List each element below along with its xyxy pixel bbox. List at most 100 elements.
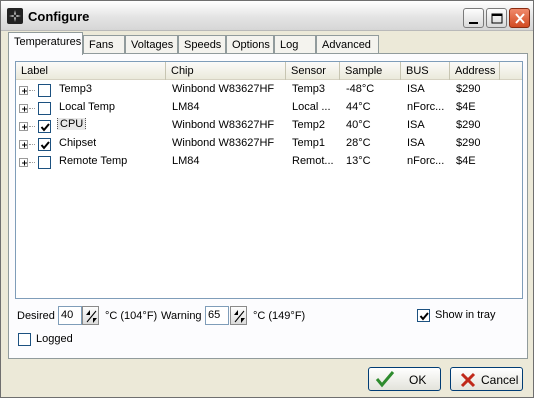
cell-chip: LM84 xyxy=(172,155,200,167)
minimize-button[interactable] xyxy=(463,8,484,28)
x-icon xyxy=(460,372,476,388)
table-row[interactable]: Remote Temp LM84 Remot... 13°C nForc... … xyxy=(16,153,522,171)
desired-label: Desired xyxy=(17,310,55,322)
fan-app-icon xyxy=(7,8,23,24)
warning-spinner[interactable] xyxy=(230,306,247,325)
cell-address: $290 xyxy=(456,137,481,149)
cell-bus: ISA xyxy=(407,119,425,131)
tree-line xyxy=(29,126,35,127)
tab-temperatures[interactable]: Temperatures xyxy=(8,32,83,55)
cell-bus: ISA xyxy=(407,83,425,95)
close-icon xyxy=(515,13,525,24)
cancel-label: Cancel xyxy=(481,373,519,387)
cell-sensor: Temp1 xyxy=(292,137,326,149)
logged-label[interactable]: Logged xyxy=(36,333,73,345)
ok-label: OK xyxy=(409,373,427,387)
cell-address: $4E xyxy=(456,101,476,113)
table-row[interactable]: Local Temp LM84 Local ... 44°C nForc... … xyxy=(16,99,522,117)
title-bar[interactable]: Configure xyxy=(1,1,533,31)
row-checkbox[interactable] xyxy=(38,156,51,169)
cell-sample: -48°C xyxy=(346,83,375,95)
checkmark-icon xyxy=(419,312,429,321)
checkmark-icon xyxy=(375,371,395,388)
column-header-label[interactable]: Label xyxy=(16,62,166,80)
column-header-chip[interactable]: Chip xyxy=(166,62,286,80)
cell-bus: ISA xyxy=(407,137,425,149)
cell-label: Chipset xyxy=(59,137,97,149)
cell-chip: Winbond W83627HF xyxy=(172,119,275,131)
cell-bus: nForc... xyxy=(407,155,445,167)
list-header: Label Chip Sensor Sample BUS Address xyxy=(16,62,522,80)
cell-sensor: Local ... xyxy=(292,101,331,113)
row-checkbox[interactable] xyxy=(38,84,51,97)
cell-label: CPU xyxy=(57,118,87,130)
table-row[interactable]: CPU Winbond W83627HF Temp2 40°C ISA $290 xyxy=(16,117,522,135)
show-in-tray-checkbox[interactable] xyxy=(417,309,430,322)
close-button[interactable] xyxy=(509,8,530,28)
tab-fans[interactable]: Fans xyxy=(83,35,125,54)
cell-bus: nForc... xyxy=(407,101,445,113)
cell-sample: 28°C xyxy=(346,137,371,149)
cell-address: $290 xyxy=(456,119,481,131)
expand-icon[interactable] xyxy=(19,104,28,113)
cell-sample: 40°C xyxy=(346,119,371,131)
spin-arrows-icon xyxy=(86,310,97,323)
warning-label: Warning xyxy=(161,310,202,322)
cell-label: Temp3 xyxy=(59,83,93,95)
temperatures-panel: Label Chip Sensor Sample BUS Address Tem… xyxy=(8,53,528,359)
expand-icon[interactable] xyxy=(19,122,28,131)
cell-address: $290 xyxy=(456,83,481,95)
cell-label: Local Temp xyxy=(59,101,116,113)
tab-options[interactable]: Options xyxy=(226,35,274,54)
column-header-bus[interactable]: BUS xyxy=(401,62,450,80)
cell-address: $4E xyxy=(456,155,476,167)
table-row[interactable]: Temp3 Winbond W83627HF Temp3 -48°C ISA $… xyxy=(16,81,522,99)
logged-checkbox[interactable] xyxy=(18,333,31,346)
tree-line xyxy=(29,162,35,163)
cell-chip: Winbond W83627HF xyxy=(172,137,275,149)
window-title: Configure xyxy=(28,9,90,24)
cell-chip: Winbond W83627HF xyxy=(172,83,275,95)
cell-sample: 13°C xyxy=(346,155,371,167)
show-in-tray-label[interactable]: Show in tray xyxy=(435,309,496,321)
cancel-button[interactable]: Cancel xyxy=(450,367,523,391)
cell-sensor: Temp2 xyxy=(292,119,326,131)
expand-icon[interactable] xyxy=(19,158,28,167)
expand-icon[interactable] xyxy=(19,140,28,149)
maximize-button[interactable] xyxy=(486,8,507,28)
desired-spinner[interactable] xyxy=(82,306,99,325)
maximize-icon xyxy=(491,13,503,24)
tab-strip: Temperatures Fans Voltages Speeds Option… xyxy=(8,32,528,55)
column-header-sensor[interactable]: Sensor xyxy=(286,62,340,80)
desired-input[interactable]: 40 xyxy=(58,306,82,325)
expand-icon[interactable] xyxy=(19,86,28,95)
minimize-icon xyxy=(469,22,478,24)
tree-line xyxy=(29,108,35,109)
checkmark-icon xyxy=(40,123,50,132)
ok-button[interactable]: OK xyxy=(368,367,441,391)
tab-speeds[interactable]: Speeds xyxy=(178,35,226,54)
column-header-address[interactable]: Address xyxy=(450,62,500,80)
tab-voltages[interactable]: Voltages xyxy=(125,35,178,54)
cell-sample: 44°C xyxy=(346,101,371,113)
row-checkbox[interactable] xyxy=(38,102,51,115)
cell-sensor: Remot... xyxy=(292,155,334,167)
row-checkbox[interactable] xyxy=(38,138,51,151)
cell-label: Remote Temp xyxy=(59,155,128,167)
cell-chip: LM84 xyxy=(172,101,200,113)
tree-line xyxy=(29,144,35,145)
checkmark-icon xyxy=(40,141,50,150)
tab-advanced[interactable]: Advanced xyxy=(316,35,379,54)
tab-log[interactable]: Log xyxy=(274,35,316,54)
row-checkbox[interactable] xyxy=(38,120,51,133)
tree-line xyxy=(29,90,35,91)
table-row[interactable]: Chipset Winbond W83627HF Temp1 28°C ISA … xyxy=(16,135,522,153)
desired-unit: °C (104°F) xyxy=(105,310,158,322)
configure-window: Configure Temperatures Fans Voltages Spe… xyxy=(0,0,534,398)
spin-arrows-icon xyxy=(234,310,245,323)
column-header-sample[interactable]: Sample xyxy=(340,62,401,80)
warning-input[interactable]: 65 xyxy=(205,306,229,325)
sensor-list[interactable]: Label Chip Sensor Sample BUS Address Tem… xyxy=(15,61,523,299)
warning-unit: °C (149°F) xyxy=(253,310,306,322)
cell-sensor: Temp3 xyxy=(292,83,326,95)
